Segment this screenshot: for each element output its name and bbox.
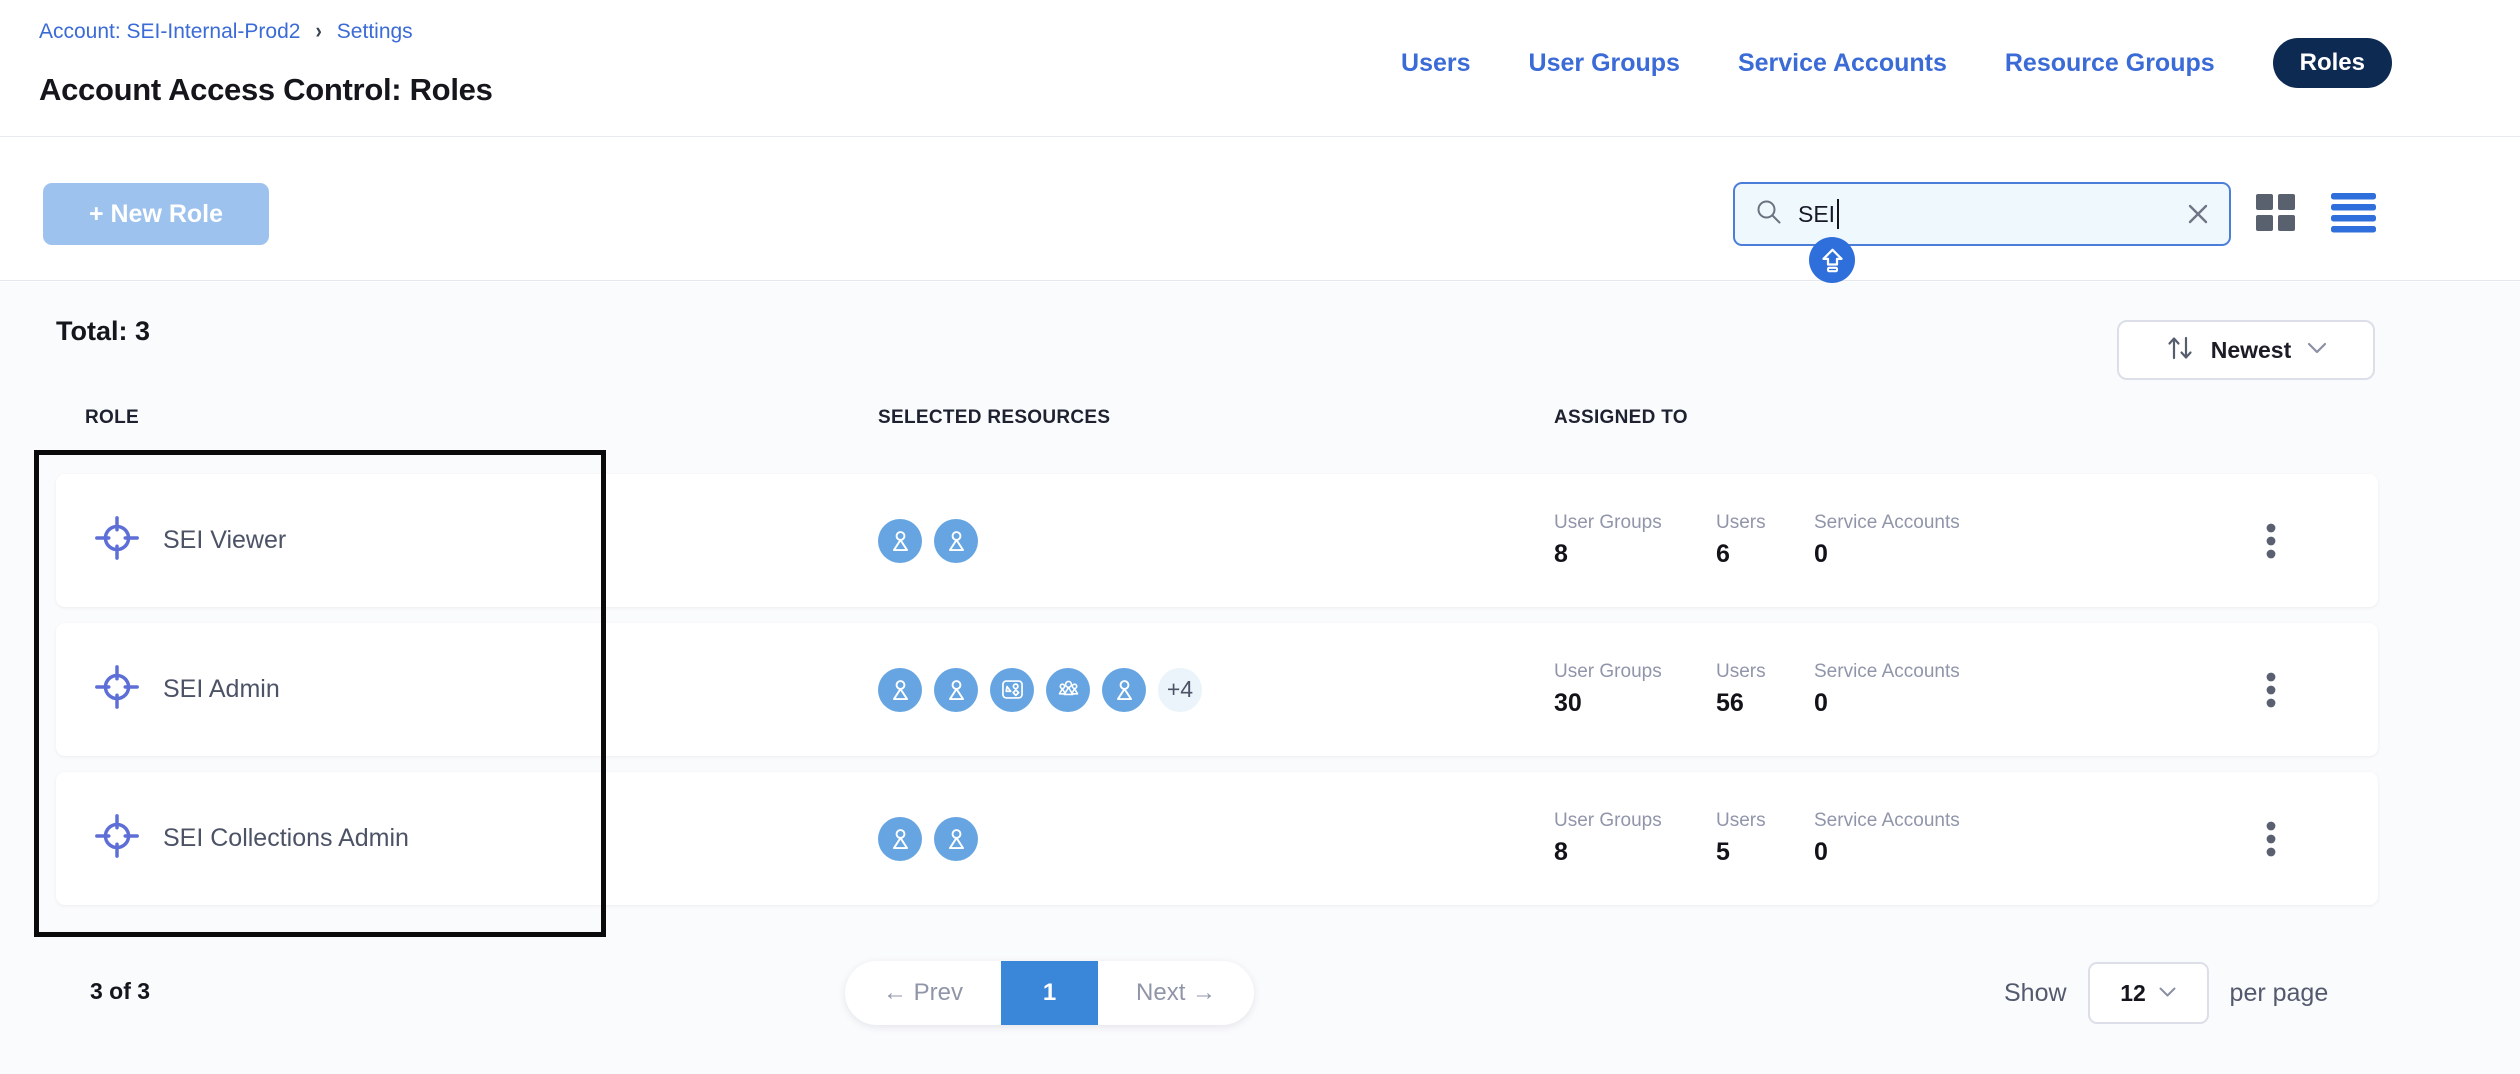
table-row[interactable]: SEI Collections Admin User G [56,772,2378,905]
breadcrumb-chevron-icon: › [315,19,321,44]
role-name: SEI Admin [163,675,280,704]
user-resource-icon [934,519,978,563]
role-cell: SEI Collections Admin [56,814,878,863]
user-resource-icon [934,668,978,712]
users-count: 6 [1716,540,1814,569]
tab-user-groups[interactable]: User Groups [1529,49,1680,78]
breadcrumb-account-link[interactable]: Account: SEI-Internal-Prod2 [39,20,300,44]
role-target-icon [95,814,139,863]
page-header: Account: SEI-Internal-Prod2 › Settings A… [0,0,2520,137]
assigned-to-cell: User Groups 8 Users 5 Service Accounts 0 [1554,810,2232,867]
search-input[interactable]: SEI [1733,182,2231,246]
new-role-button[interactable]: + New Role [43,183,269,245]
user-groups-label: User Groups [1554,661,1716,683]
current-page-button[interactable]: 1 [1001,961,1098,1025]
selected-resources-cell [878,519,1554,563]
user-resource-icon [1102,668,1146,712]
per-page-label: per page [2230,979,2329,1008]
service-accounts-count: 0 [1814,689,1960,718]
results-summary: 3 of 3 [90,978,150,1005]
row-menu-kebab-icon[interactable] [2232,672,2378,708]
roles-list-section: Total: 3 Newest ROLE SELECTED RESOURCES [0,282,2520,1074]
assigned-to-cell: User Groups 8 Users 6 Service Accounts 0 [1554,512,2232,569]
page-size-control: Show 12 per page [2004,961,2328,1025]
user-groups-count: 8 [1554,838,1716,867]
dashboard-resource-icon [990,668,1034,712]
tab-resource-groups[interactable]: Resource Groups [2005,49,2215,78]
show-label: Show [2004,979,2067,1008]
user-group-resource-icon [1046,668,1090,712]
role-target-icon [95,516,139,565]
search-value: SEI [1798,201,1835,228]
roles-list: SEI Viewer User Groups [56,474,2378,921]
role-name: SEI Viewer [163,526,286,555]
search-icon [1755,198,1783,231]
selected-resources-cell [878,817,1554,861]
toolbar: + New Role SEI [0,137,2520,281]
total-count: Total: 3 [56,316,150,347]
column-assigned-to: ASSIGNED TO [1554,407,2232,429]
users-label: Users [1716,810,1814,832]
table-header-row: ROLE SELECTED RESOURCES ASSIGNED TO [56,407,2378,429]
row-menu-kebab-icon[interactable] [2232,523,2378,559]
breadcrumb: Account: SEI-Internal-Prod2 › Settings [39,20,413,44]
assigned-to-cell: User Groups 30 Users 56 Service Accounts… [1554,661,2232,718]
tab-roles-active[interactable]: Roles [2273,38,2392,88]
service-accounts-label: Service Accounts [1814,810,1960,832]
text-caret [1837,199,1839,229]
user-resource-icon [878,519,922,563]
column-selected-resources: SELECTED RESOURCES [878,407,1554,429]
users-count: 5 [1716,838,1814,867]
role-cell: SEI Viewer [56,516,878,565]
sort-value: Newest [2211,337,2292,364]
user-resource-icon [878,817,922,861]
tab-service-accounts[interactable]: Service Accounts [1738,49,1947,78]
prev-page-button[interactable]: ← Prev [845,979,1001,1007]
user-resource-icon [934,817,978,861]
users-label: Users [1716,512,1814,534]
sort-dropdown[interactable]: Newest [2117,320,2375,380]
next-page-button[interactable]: Next → [1098,979,1254,1007]
chevron-down-icon [2159,984,2176,1002]
page-size-select[interactable]: 12 [2088,962,2209,1024]
breadcrumb-settings-link[interactable]: Settings [337,20,413,44]
chevron-down-icon [2307,341,2327,359]
table-row[interactable]: SEI Admin [56,623,2378,756]
service-accounts-count: 0 [1814,540,1960,569]
clear-search-icon[interactable] [2187,203,2209,225]
role-name: SEI Collections Admin [163,824,409,853]
service-accounts-label: Service Accounts [1814,661,1960,683]
row-menu-kebab-icon[interactable] [2232,821,2378,857]
user-resource-icon [878,668,922,712]
table-row[interactable]: SEI Viewer User Groups [56,474,2378,607]
role-target-icon [95,665,139,714]
user-groups-label: User Groups [1554,512,1716,534]
pagination: ← Prev 1 Next → [845,961,1254,1025]
role-cell: SEI Admin [56,665,878,714]
caps-lock-cursor-badge [1809,237,1855,283]
users-count: 56 [1716,689,1814,718]
page-size-value: 12 [2120,980,2146,1007]
user-groups-count: 8 [1554,540,1716,569]
tab-users[interactable]: Users [1401,49,1471,78]
service-accounts-label: Service Accounts [1814,512,1960,534]
list-view-icon[interactable] [2331,193,2376,238]
column-role: ROLE [56,407,878,429]
page-title: Account Access Control: Roles [39,72,493,108]
sort-arrows-icon [2165,333,2195,368]
users-label: Users [1716,661,1814,683]
user-groups-count: 30 [1554,689,1716,718]
selected-resources-cell: +4 [878,668,1554,712]
user-groups-label: User Groups [1554,810,1716,832]
service-accounts-count: 0 [1814,838,1960,867]
grid-view-icon[interactable] [2256,194,2296,237]
access-control-tabs: Users User Groups Service Accounts Resou… [1401,38,2392,88]
roles-page: Account: SEI-Internal-Prod2 › Settings A… [0,0,2520,1074]
resource-overflow-badge: +4 [1158,668,1202,712]
